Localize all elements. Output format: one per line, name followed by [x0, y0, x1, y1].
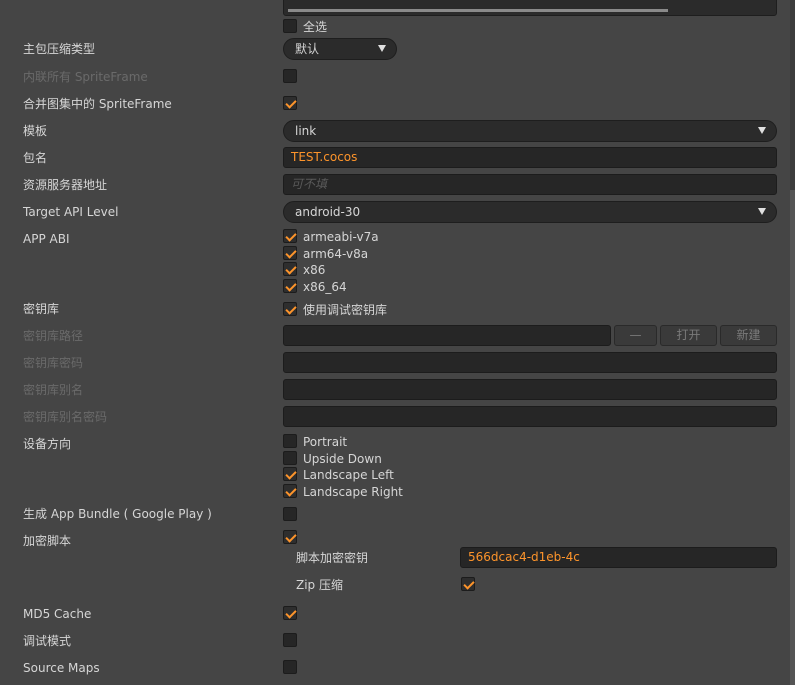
keystore-alias-password-input[interactable] [283, 406, 777, 427]
keystore-password-input[interactable] [283, 352, 777, 373]
orientation-option-label: Upside Down [303, 452, 382, 466]
keystore-alias-label: 密钥库别名 [23, 383, 84, 397]
abi-arm64-v8a-checkbox[interactable]: arm64-v8a [283, 246, 368, 261]
zip-compress-checkbox[interactable] [461, 577, 475, 591]
keystore-alias-input[interactable] [283, 379, 777, 400]
template-select[interactable]: link [283, 120, 777, 142]
orientation-option-label: Landscape Left [303, 468, 394, 482]
compression-label: 主包压缩类型 [23, 42, 96, 56]
merge-sprite-label: 合并图集中的 SpriteFrame [23, 97, 172, 111]
orientation-option-label: Portrait [303, 435, 348, 449]
select-all-label: 全选 [303, 20, 328, 34]
keystore-new-button[interactable]: 新建 [720, 325, 777, 346]
target-api-value: android-30 [295, 205, 361, 219]
zip-compress-label: Zip 压缩 [296, 578, 343, 592]
select-all-checkbox[interactable]: 全选 [283, 19, 327, 34]
chevron-down-icon [758, 127, 766, 134]
abi-armeabi-v7a-checkbox[interactable]: armeabi-v7a [283, 229, 379, 244]
keystore-path-clear-button[interactable]: — [614, 325, 657, 346]
app-bundle-checkbox[interactable] [283, 507, 297, 521]
orientation-landscape-right-checkbox[interactable]: Landscape Right [283, 484, 403, 499]
inline-sprite-label: 内联所有 SpriteFrame [23, 70, 148, 84]
template-value: link [295, 124, 317, 138]
encrypt-script-label: 加密脚本 [23, 534, 72, 548]
md5-cache-checkbox[interactable] [283, 606, 297, 620]
chevron-down-icon [378, 45, 386, 52]
inline-sprite-checkbox[interactable] [283, 69, 297, 83]
scrollbar-thumb[interactable] [790, 190, 795, 685]
orientation-upside-down-checkbox[interactable]: Upside Down [283, 451, 382, 466]
md5-cache-label: MD5 Cache [23, 607, 92, 621]
package-name-input[interactable]: TEST.cocos [283, 147, 777, 168]
package-name-label: 包名 [23, 151, 48, 165]
keystore-path-input[interactable] [283, 325, 611, 346]
script-key-input[interactable]: 566dcac4-d1eb-4c [460, 547, 777, 568]
abi-option-label: x86 [303, 263, 326, 277]
abi-x86-checkbox[interactable]: x86 [283, 262, 325, 277]
compression-select[interactable]: 默认 [283, 38, 397, 60]
abi-option-label: x86_64 [303, 280, 347, 294]
script-key-label: 脚本加密密钥 [296, 551, 369, 565]
resource-server-input[interactable]: 可不填 [283, 174, 777, 195]
chevron-down-icon [758, 208, 766, 215]
keystore-label: 密钥库 [23, 302, 60, 316]
target-api-select[interactable]: android-30 [283, 201, 777, 223]
keystore-path-label: 密钥库路径 [23, 329, 84, 343]
debug-keystore-checkbox[interactable]: 使用调试密钥库 [283, 302, 387, 317]
source-maps-checkbox[interactable] [283, 660, 297, 674]
merge-sprite-checkbox[interactable] [283, 96, 297, 110]
app-abi-label: APP ABI [23, 232, 70, 246]
compression-value: 默认 [295, 42, 320, 56]
keystore-password-label: 密钥库密码 [23, 356, 84, 370]
orientation-option-label: Landscape Right [303, 485, 403, 499]
keystore-open-button[interactable]: 打开 [660, 325, 717, 346]
panel-scrollbar[interactable] [790, 0, 795, 685]
debug-mode-label: 调试模式 [23, 634, 72, 648]
orientation-portrait-checkbox[interactable]: Portrait [283, 434, 347, 449]
debug-keystore-label: 使用调试密钥库 [303, 303, 388, 317]
abi-option-label: arm64-v8a [303, 247, 369, 261]
app-bundle-label: 生成 App Bundle ( Google Play ) [23, 507, 212, 521]
bundle-list-box[interactable] [283, 0, 777, 16]
resource-server-label: 资源服务器地址 [23, 178, 108, 192]
bundle-list-scrollbar[interactable] [288, 9, 668, 12]
abi-x86-64-checkbox[interactable]: x86_64 [283, 279, 347, 294]
encrypt-script-checkbox[interactable] [283, 530, 297, 544]
source-maps-label: Source Maps [23, 661, 100, 675]
abi-option-label: armeabi-v7a [303, 230, 379, 244]
debug-mode-checkbox[interactable] [283, 633, 297, 647]
orientation-label: 设备方向 [23, 437, 72, 451]
keystore-alias-password-label: 密钥库别名密码 [23, 410, 108, 424]
target-api-label: Target API Level [23, 205, 119, 219]
template-label: 模板 [23, 124, 48, 138]
orientation-landscape-left-checkbox[interactable]: Landscape Left [283, 467, 394, 482]
